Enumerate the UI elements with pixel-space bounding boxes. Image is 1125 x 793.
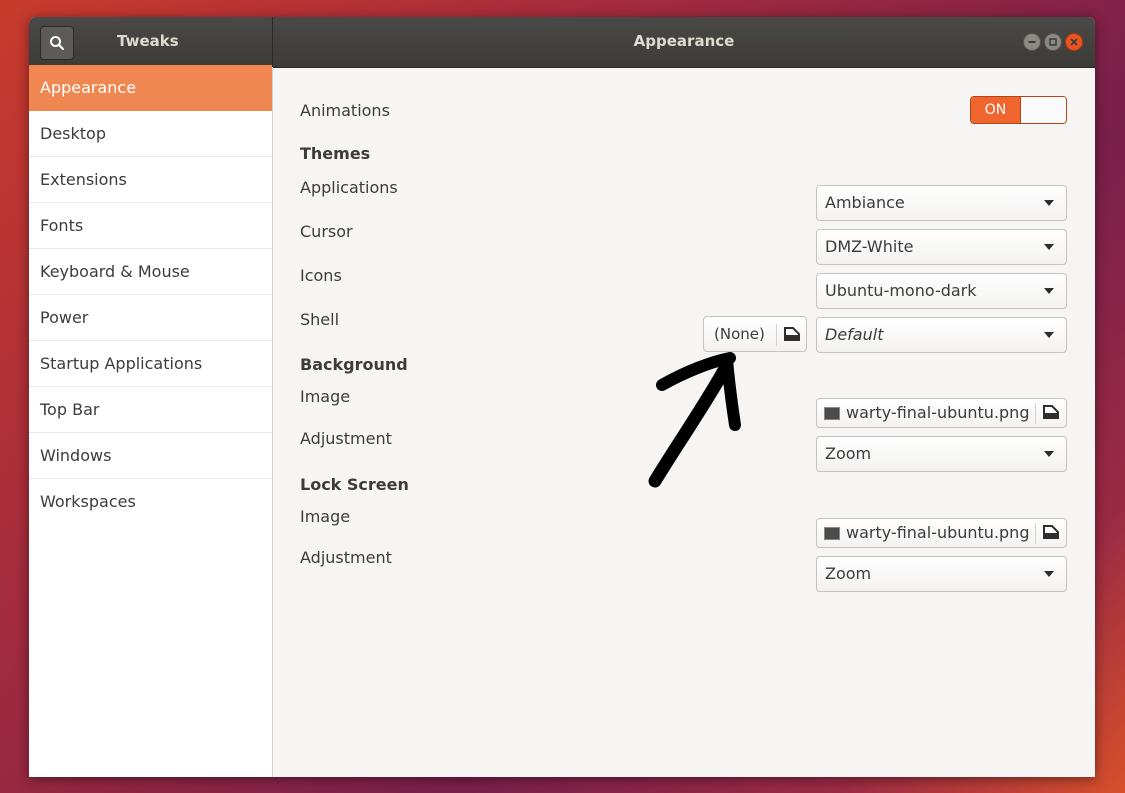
background-image-chooser[interactable]: warty-final-ubuntu.png (816, 398, 1067, 428)
sidebar-item-power[interactable]: Power (29, 295, 272, 341)
themes-header: Themes (300, 144, 371, 163)
minimize-button[interactable] (1023, 33, 1041, 51)
titlebar: Tweaks Appearance (29, 17, 1095, 68)
image-thumbnail-icon (824, 527, 840, 540)
animations-toggle[interactable]: ON (970, 96, 1067, 124)
applications-label: Applications (300, 178, 398, 197)
lock-screen-image-chooser[interactable]: warty-final-ubuntu.png (816, 518, 1067, 548)
tweaks-window: Tweaks Appearance Appearance Desktop Ext… (29, 17, 1095, 777)
lock-screen-header: Lock Screen (300, 475, 409, 494)
chevron-down-icon (1044, 451, 1054, 457)
shell-none-label: (None) (714, 325, 765, 343)
search-icon (50, 36, 65, 51)
lock-screen-adjustment-dropdown[interactable]: Zoom (816, 556, 1067, 592)
sidebar-item-desktop[interactable]: Desktop (29, 111, 272, 157)
dropdown-value: Zoom (825, 444, 872, 463)
button-separator (1035, 403, 1036, 424)
page-title: Appearance (633, 32, 735, 50)
background-image-filename: warty-final-ubuntu.png (846, 403, 1030, 422)
shell-theme-dropdown[interactable]: Default (816, 317, 1067, 353)
dropdown-value: Zoom (825, 564, 872, 583)
sidebar-item-windows[interactable]: Windows (29, 433, 272, 479)
icons-theme-dropdown[interactable]: Ubuntu-mono-dark (816, 273, 1067, 309)
button-separator (776, 324, 777, 346)
chevron-down-icon (1044, 200, 1054, 206)
background-adjustment-label: Adjustment (300, 429, 392, 448)
dropdown-value: Default (825, 325, 884, 344)
chevron-down-icon (1044, 288, 1054, 294)
eject-icon (1043, 405, 1059, 419)
close-icon (1070, 38, 1078, 46)
dropdown-value: Ubuntu-mono-dark (825, 281, 977, 300)
eject-icon (784, 327, 800, 341)
cursor-theme-dropdown[interactable]: DMZ-White (816, 229, 1067, 265)
applications-theme-dropdown[interactable]: Ambiance (816, 185, 1067, 221)
sidebar-item-keyboard-mouse[interactable]: Keyboard & Mouse (29, 249, 272, 295)
toggle-knob (1020, 97, 1066, 123)
button-separator (1035, 523, 1036, 544)
cursor-label: Cursor (300, 222, 353, 241)
toggle-on-label: ON (971, 97, 1020, 123)
minimize-icon (1028, 41, 1036, 43)
background-image-label: Image (300, 387, 351, 406)
maximize-button[interactable] (1044, 33, 1062, 51)
chevron-down-icon (1044, 244, 1054, 250)
sidebar: Appearance Desktop Extensions Fonts Keyb… (29, 65, 273, 777)
animations-label: Animations (300, 101, 390, 120)
chevron-down-icon (1044, 571, 1054, 577)
lock-screen-image-filename: warty-final-ubuntu.png (846, 523, 1030, 542)
sidebar-item-extensions[interactable]: Extensions (29, 157, 272, 203)
sidebar-item-fonts[interactable]: Fonts (29, 203, 272, 249)
sidebar-item-workspaces[interactable]: Workspaces (29, 479, 272, 525)
sidebar-item-startup-applications[interactable]: Startup Applications (29, 341, 272, 387)
eject-icon (1043, 525, 1059, 539)
lock-screen-image-label: Image (300, 507, 351, 526)
chevron-down-icon (1044, 332, 1054, 338)
appearance-panel: Animations ON Themes Applications Ambian… (273, 67, 1095, 777)
icons-label: Icons (300, 266, 342, 285)
background-header: Background (300, 355, 408, 374)
shell-label: Shell (300, 310, 340, 329)
close-button[interactable] (1065, 33, 1083, 51)
search-button[interactable] (40, 26, 74, 60)
image-thumbnail-icon (824, 407, 840, 420)
dropdown-value: DMZ-White (825, 237, 914, 256)
background-adjustment-dropdown[interactable]: Zoom (816, 436, 1067, 472)
sidebar-item-top-bar[interactable]: Top Bar (29, 387, 272, 433)
dropdown-value: Ambiance (825, 193, 905, 212)
app-title: Tweaks (117, 32, 179, 50)
lock-screen-adjustment-label: Adjustment (300, 548, 392, 567)
window-controls (1023, 33, 1083, 51)
sidebar-item-appearance[interactable]: Appearance (29, 65, 272, 111)
maximize-icon (1049, 38, 1057, 46)
shell-file-chooser-button[interactable]: (None) (703, 316, 807, 352)
